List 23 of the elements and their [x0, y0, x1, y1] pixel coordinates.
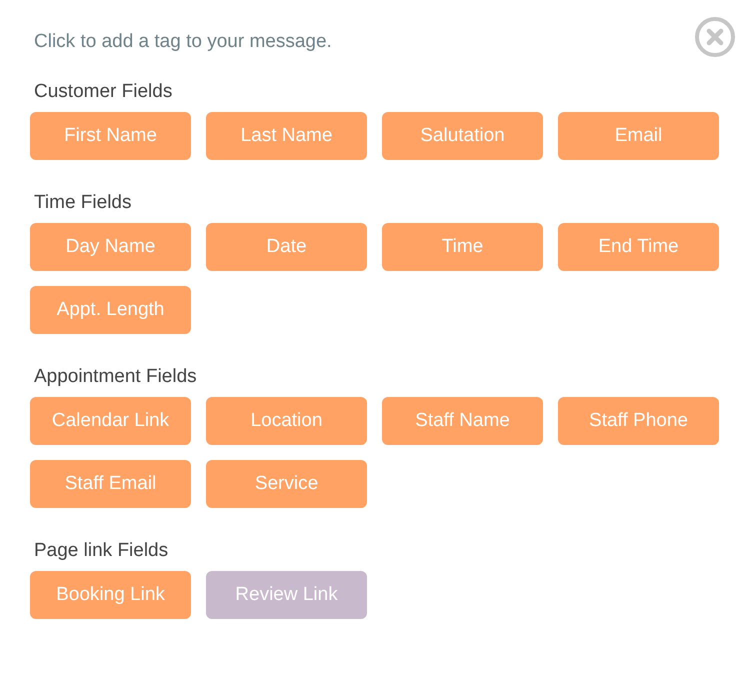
tag-button[interactable]: Service: [206, 460, 367, 508]
tag-button[interactable]: First Name: [30, 112, 191, 160]
section-heading: Page link Fields: [34, 539, 170, 563]
tag-button[interactable]: Time: [382, 223, 543, 271]
tag-button[interactable]: Day Name: [30, 223, 191, 271]
tag-button[interactable]: Calendar Link: [30, 397, 191, 445]
section-heading: Time Fields: [34, 191, 132, 215]
tag-button[interactable]: Booking Link: [30, 571, 191, 619]
tag-button[interactable]: Salutation: [382, 112, 543, 160]
tag-button[interactable]: End Time: [558, 223, 719, 271]
section-heading: Appointment Fields: [34, 365, 198, 389]
intro-text: Click to add a tag to your message.: [34, 30, 332, 54]
tag-button[interactable]: Email: [558, 112, 719, 160]
tag-button[interactable]: Last Name: [206, 112, 367, 160]
tag-button[interactable]: Date: [206, 223, 367, 271]
close-button[interactable]: [695, 17, 735, 57]
section-heading: Customer Fields: [34, 80, 174, 104]
tag-button[interactable]: Appt. Length: [30, 286, 191, 334]
tag-button[interactable]: Location: [206, 397, 367, 445]
close-icon: [695, 17, 735, 57]
tag-button[interactable]: Staff Email: [30, 460, 191, 508]
tag-button[interactable]: Staff Name: [382, 397, 543, 445]
tag-button[interactable]: Staff Phone: [558, 397, 719, 445]
